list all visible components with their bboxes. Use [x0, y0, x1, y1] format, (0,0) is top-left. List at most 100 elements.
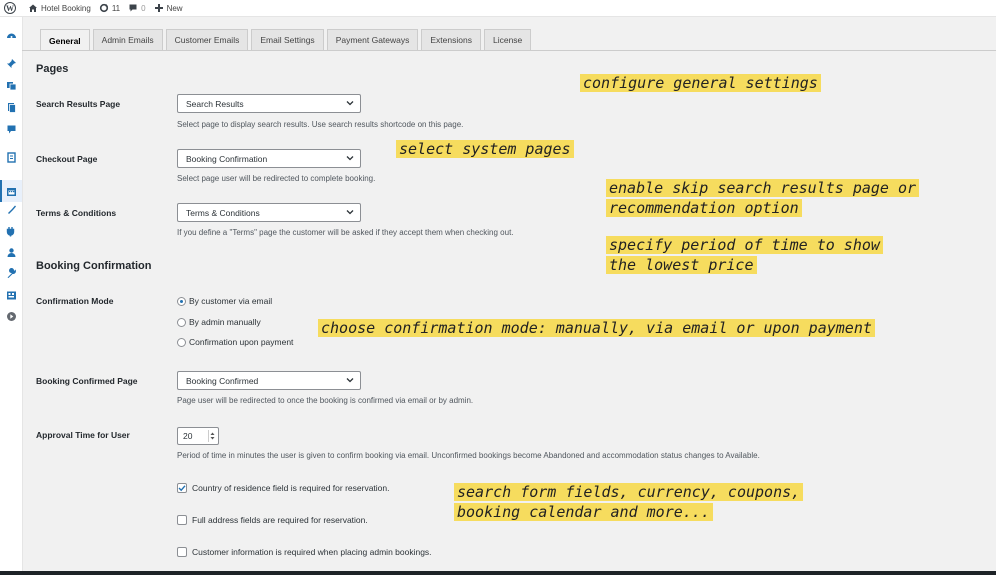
booking-confirmed-page-value: Booking Confirmed	[186, 375, 259, 386]
comments-count: 0	[141, 3, 146, 13]
annotation-search-form: search form fields, currency, coupons, b…	[454, 482, 804, 522]
annotation-text: booking calendar and more...	[454, 503, 713, 521]
country-required-checkbox-row[interactable]: Country of residence field is required f…	[177, 483, 389, 493]
checkout-page-value: Booking Confirmation	[186, 153, 268, 164]
annotation-lowest-price: specify period of time to show the lowes…	[606, 235, 883, 275]
number-spinner-icon[interactable]	[208, 430, 216, 442]
confirmation-mode-option-payment[interactable]: Confirmation upon payment	[177, 337, 293, 347]
checkbox-checked[interactable]	[177, 483, 187, 493]
annotation-text: enable skip search results page or	[606, 179, 920, 197]
full-address-checkbox-row[interactable]: Full address fields are required for res…	[177, 515, 368, 525]
dashboard-icon[interactable]	[5, 29, 17, 41]
terms-page-value: Terms & Conditions	[186, 207, 260, 218]
tabs-divider	[22, 50, 996, 51]
site-name-link[interactable]: Hotel Booking	[24, 0, 95, 16]
annotation-text: select system pages	[396, 140, 574, 158]
tab-extensions[interactable]: Extensions	[421, 29, 481, 50]
terms-page-label: Terms & Conditions	[36, 208, 117, 218]
confirmation-mode-option-label: By customer via email	[189, 296, 273, 306]
site-name: Hotel Booking	[41, 3, 91, 13]
tab-payment-gateways[interactable]: Payment Gateways	[326, 29, 419, 50]
confirmation-mode-option-admin[interactable]: By admin manually	[177, 317, 261, 327]
collapse-menu-icon[interactable]	[5, 310, 17, 322]
tab-email-settings[interactable]: Email Settings	[251, 29, 324, 50]
booking-confirmed-page-select[interactable]: Booking Confirmed	[177, 371, 361, 390]
tab-customer-emails[interactable]: Customer Emails	[165, 29, 249, 50]
search-results-page-description: Select page to display search results. U…	[177, 120, 464, 129]
pages-section-title: Pages	[36, 63, 69, 75]
checkbox-unchecked[interactable]	[177, 515, 187, 525]
approval-time-label: Approval Time for User	[36, 430, 130, 440]
terms-page-select[interactable]: Terms & Conditions	[177, 203, 361, 222]
search-results-page-select[interactable]: Search Results	[177, 94, 361, 113]
pin-icon[interactable]	[5, 57, 17, 69]
terms-page-description: If you define a "Terms" page the custome…	[177, 228, 514, 237]
updates-link[interactable]: 11	[95, 0, 124, 16]
chevron-down-icon	[346, 378, 354, 383]
comments-menu-icon[interactable]	[5, 123, 17, 135]
chevron-down-icon	[346, 156, 354, 161]
bottom-edge-bar	[0, 571, 996, 575]
checkbox-label: Customer information is required when pl…	[192, 547, 432, 557]
new-label: New	[166, 3, 183, 13]
annotation-general-settings: configure general settings	[580, 73, 821, 93]
tab-general[interactable]: General	[40, 29, 90, 51]
search-results-page-label: Search Results Page	[36, 99, 121, 109]
media-icon[interactable]	[5, 79, 17, 91]
annotation-confirmation-mode: choose confirmation mode: manually, via …	[318, 318, 875, 338]
approval-time-input[interactable]: 20	[177, 427, 219, 445]
users-icon[interactable]	[5, 246, 17, 258]
checkbox-label: Country of residence field is required f…	[192, 483, 390, 493]
tab-license[interactable]: License	[483, 29, 532, 50]
bookings-calendar-icon[interactable]	[5, 185, 17, 197]
radio-selected[interactable]	[177, 296, 186, 306]
chevron-down-icon	[346, 101, 354, 106]
tab-admin-emails[interactable]: Admin Emails	[92, 29, 163, 50]
chevron-down-icon	[346, 210, 354, 215]
annotation-text: search form fields, currency, coupons,	[454, 483, 804, 501]
approval-time-value: 20	[183, 431, 193, 441]
annotation-text: recommendation option	[606, 199, 802, 217]
confirmation-mode-option-label: Confirmation upon payment	[189, 337, 294, 347]
annotation-text: configure general settings	[580, 74, 821, 92]
radio-unselected[interactable]	[177, 337, 186, 347]
checkout-page-label: Checkout Page	[36, 154, 98, 164]
search-results-page-value: Search Results	[186, 98, 244, 109]
tools-icon[interactable]	[5, 267, 17, 279]
admin-bar: W Hotel Booking 11 0 New	[0, 0, 996, 17]
booking-confirmed-page-description: Page user will be redirected to once the…	[177, 396, 474, 405]
annotation-skip-search: enable skip search results page or recom…	[606, 178, 920, 218]
confirmation-mode-option-label: By admin manually	[189, 317, 261, 327]
appearance-icon[interactable]	[5, 203, 17, 215]
home-icon	[28, 3, 38, 13]
checkbox-label: Full address fields are required for res…	[192, 515, 368, 525]
settings-icon[interactable]	[5, 289, 17, 301]
confirmation-mode-label: Confirmation Mode	[36, 296, 114, 306]
checkout-page-description: Select page user will be redirected to c…	[177, 174, 376, 183]
comments-icon	[128, 3, 138, 13]
annotation-system-pages: select system pages	[396, 139, 574, 159]
checkmark-icon	[178, 485, 186, 492]
new-content-link[interactable]: New	[150, 0, 187, 16]
annotation-text: choose confirmation mode: manually, via …	[318, 319, 875, 337]
customer-info-checkbox-row[interactable]: Customer information is required when pl…	[177, 547, 432, 557]
comments-link[interactable]: 0	[124, 0, 149, 16]
plus-icon	[154, 3, 164, 13]
updates-icon	[99, 3, 109, 13]
admin-sidebar	[0, 17, 23, 575]
approval-time-description: Period of time in minutes the user is gi…	[177, 451, 760, 460]
updates-count: 11	[111, 3, 121, 13]
plugins-icon[interactable]	[5, 225, 17, 237]
radio-unselected[interactable]	[177, 317, 186, 327]
wordpress-logo-icon[interactable]: W	[4, 2, 16, 14]
annotation-text: specify period of time to show	[606, 236, 883, 254]
checkout-page-select[interactable]: Booking Confirmation	[177, 149, 361, 168]
accommodation-icon[interactable]	[5, 151, 17, 163]
checkbox-unchecked[interactable]	[177, 547, 187, 557]
settings-tabs: General Admin Emails Customer Emails Ema…	[40, 29, 532, 51]
booking-confirmed-page-label: Booking Confirmed Page	[36, 376, 138, 386]
confirmation-mode-option-email[interactable]: By customer via email	[177, 296, 272, 306]
booking-confirmation-section-title: Booking Confirmation	[36, 260, 152, 272]
annotation-text: the lowest price	[606, 256, 757, 274]
pages-icon[interactable]	[5, 101, 17, 113]
